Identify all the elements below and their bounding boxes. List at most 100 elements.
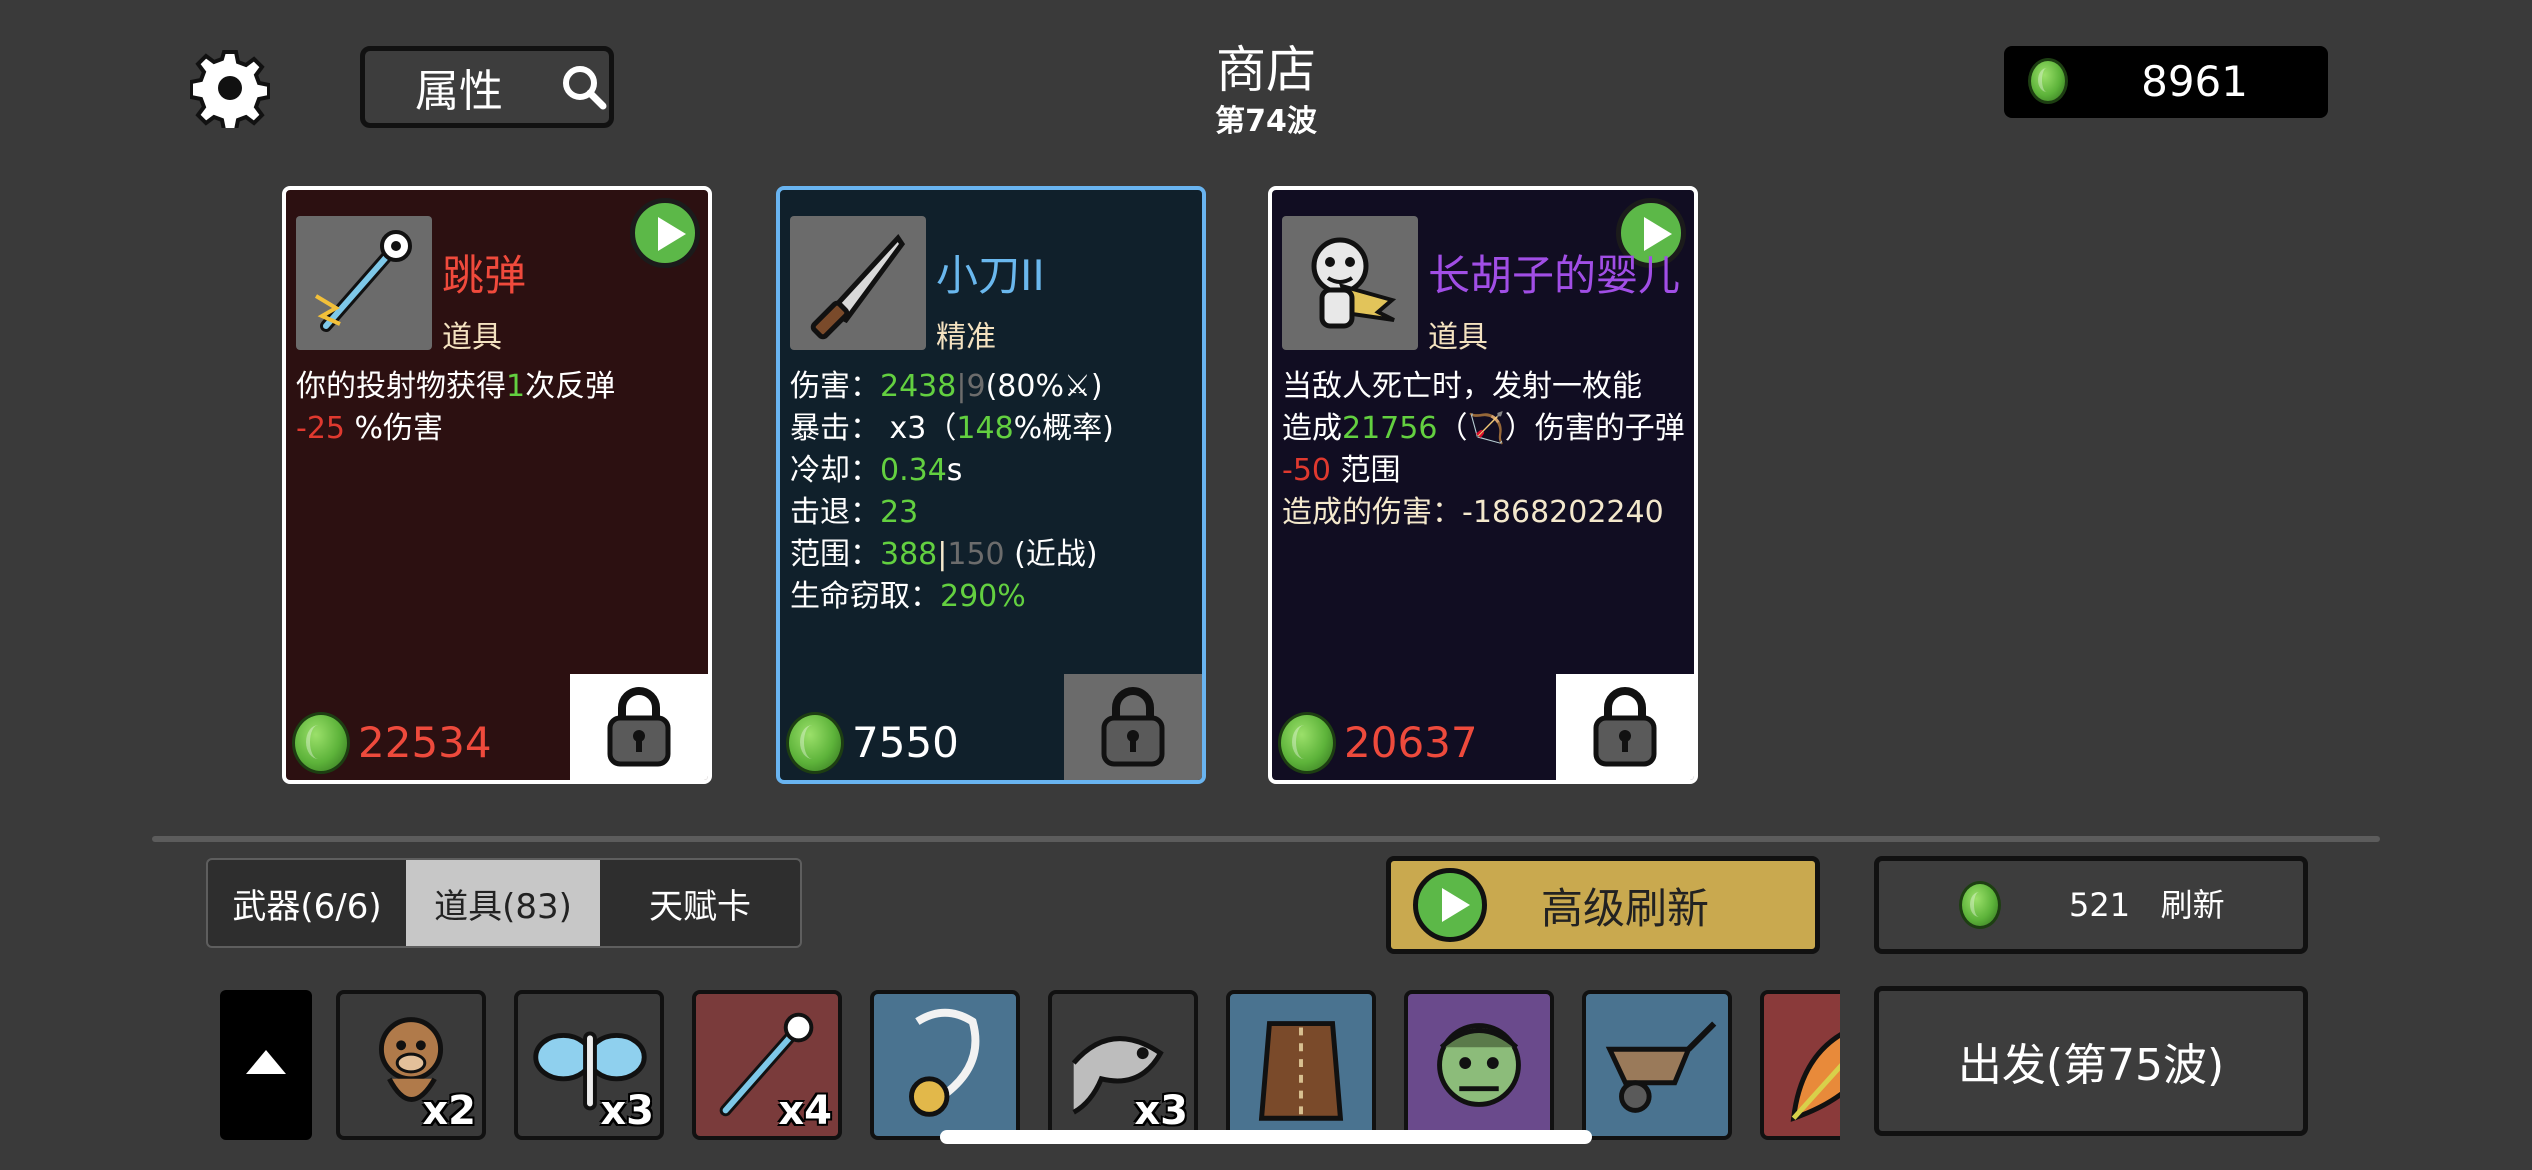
settings-gear-icon[interactable]: [190, 48, 270, 128]
pendant-icon: [909, 1008, 980, 1117]
description-segment: 0.34: [880, 453, 947, 488]
lock-button[interactable]: [570, 674, 708, 780]
description-segment: ）伤害的子弹: [1504, 411, 1685, 446]
description-segment: |: [956, 369, 967, 404]
description-segment: (80%: [985, 369, 1064, 404]
description-segment: 150: [947, 537, 1005, 572]
description-line: 你的投射物获得1次反弹: [296, 366, 702, 408]
tab-talent-cards[interactable]: 天赋卡: [600, 860, 800, 946]
item-price: 20637: [1344, 718, 1478, 767]
advanced-refresh-button[interactable]: 高级刷新: [1386, 856, 1820, 954]
coin-icon: [292, 712, 350, 774]
refresh-label: 刷新: [2160, 886, 2225, 924]
description-segment: 暴击： x3（: [790, 411, 957, 446]
description-segment: %概率): [1013, 411, 1114, 446]
shop-card-3[interactable]: 长胡子的婴儿 道具 当敌人死亡时，发射一枚能 造成21756（🏹）伤害的子弹 -50…: [1268, 186, 1698, 784]
inventory-slot[interactable]: x4: [692, 990, 842, 1140]
description-segment: 伤害：: [790, 369, 880, 404]
description-line: 暴击： x3（148%概率): [790, 408, 1196, 450]
description-segment: 造成的伤害：-1868202240: [1282, 495, 1664, 530]
attributes-button[interactable]: 属性: [360, 46, 614, 128]
search-icon: [563, 66, 607, 110]
item-type: 道具: [442, 320, 502, 355]
inventory-slot[interactable]: [1760, 990, 1840, 1140]
description-segment: |: [937, 537, 948, 572]
inventory-slot[interactable]: x3: [514, 990, 664, 1140]
item-count: x4: [778, 1088, 832, 1134]
play-ad-button[interactable]: [630, 198, 700, 268]
description-segment: s: [946, 453, 963, 488]
tab-weapons[interactable]: 武器(6/6): [208, 860, 406, 946]
item-type: 精准: [936, 320, 996, 355]
description-line: 生命窃取：290%: [790, 576, 1196, 618]
page-title: 商店: [1216, 41, 1316, 99]
description-segment: ⚔: [1063, 369, 1091, 404]
shop-card-2[interactable]: 小刀II 精准 伤害：2438|9(80%⚔) 暴击： x3（148%概率) 冷却：…: [776, 186, 1206, 784]
lock-button[interactable]: [1556, 674, 1694, 780]
description-line: 范围：388|150 (近战): [790, 534, 1196, 576]
description-segment: 造成: [1282, 411, 1342, 446]
item-name: 长胡子的婴儿: [1428, 251, 1681, 300]
description-segment: 当敌人死亡时，发射一枚能: [1282, 369, 1642, 404]
zombie-head-icon: [1437, 1023, 1521, 1107]
item-count: x3: [600, 1088, 654, 1134]
description-segment: 9: [966, 369, 986, 404]
description-segment: 1: [506, 369, 526, 404]
description-segment: -50: [1282, 453, 1331, 488]
lock-icon: [607, 687, 671, 767]
item-price: 7550: [852, 718, 959, 767]
description-segment: 你的投射物获得: [296, 369, 506, 404]
description-segment: 🏹: [1467, 411, 1505, 446]
advanced-refresh-label: 高级刷新: [1541, 883, 1710, 933]
item-type: 道具: [1428, 320, 1488, 355]
description-segment: 2438: [880, 369, 957, 404]
coin-icon: [2028, 58, 2068, 104]
start-wave-button[interactable]: 出发(第75波): [1874, 986, 2308, 1136]
description-line: 当敌人死亡时，发射一枚能: [1282, 366, 1688, 408]
coin-icon: [1959, 881, 2001, 929]
inventory-slot[interactable]: [1226, 990, 1376, 1140]
refresh-cost: 521: [2069, 886, 2131, 924]
inventory-slot[interactable]: x2: [336, 990, 486, 1140]
description-segment: 冷却：: [790, 453, 880, 488]
divider: [152, 836, 2380, 842]
description-line: 击退：23: [790, 492, 1196, 534]
lock-icon: [1101, 687, 1165, 767]
description-segment: 23: [880, 495, 919, 530]
refresh-button[interactable]: 521 刷新: [1874, 856, 2308, 954]
item-description: 伤害：2438|9(80%⚔) 暴击： x3（148%概率) 冷却：0.34s 击退：…: [790, 366, 1196, 618]
description-segment: -25: [296, 411, 345, 446]
inventory-slot[interactable]: x3: [1048, 990, 1198, 1140]
item-name: 跳弹: [442, 251, 527, 300]
description-segment: 290%: [940, 579, 1026, 614]
description-segment: 388: [880, 537, 938, 572]
description-segment: 生命窃取：: [790, 579, 940, 614]
inventory-tabs: 武器(6/6) 道具(83) 天赋卡: [206, 858, 802, 948]
description-segment: （: [1437, 411, 1468, 446]
ricochet-wand-icon: [296, 216, 432, 350]
inventory-slot[interactable]: [1404, 990, 1554, 1140]
description-line: 冷却：0.34s: [790, 450, 1196, 492]
inventory-slot[interactable]: [1582, 990, 1732, 1140]
home-indicator[interactable]: [940, 1130, 1592, 1144]
item-count: x2: [422, 1088, 476, 1134]
coin-icon: [786, 712, 844, 774]
bearded-baby-icon: [1282, 216, 1418, 350]
inventory-slot[interactable]: [870, 990, 1020, 1140]
description-line: -50 范围: [1282, 450, 1688, 492]
coin-icon: [1278, 712, 1336, 774]
description-segment: 击退：: [790, 495, 880, 530]
item-count: x3: [1134, 1088, 1188, 1134]
attributes-label: 属性: [415, 66, 503, 117]
tab-items[interactable]: 道具(83): [406, 860, 600, 946]
wave-label: 第74波: [1215, 104, 1317, 139]
expand-inventory-button[interactable]: [220, 990, 312, 1140]
description-segment: ): [1090, 369, 1103, 404]
inventory-strip[interactable]: x2 x3 x4 x3: [336, 990, 1840, 1146]
item-description: 当敌人死亡时，发射一枚能 造成21756（🏹）伤害的子弹 -50 范围 造成的伤害：-…: [1282, 366, 1688, 534]
description-segment: 21756: [1342, 411, 1438, 446]
lock-button[interactable]: [1064, 674, 1202, 780]
item-description: 你的投射物获得1次反弹 -25 %伤害: [296, 366, 702, 450]
shop-card-1[interactable]: 跳弹 道具 你的投射物获得1次反弹 -25 %伤害 22534: [282, 186, 712, 784]
description-line: -25 %伤害: [296, 408, 702, 450]
